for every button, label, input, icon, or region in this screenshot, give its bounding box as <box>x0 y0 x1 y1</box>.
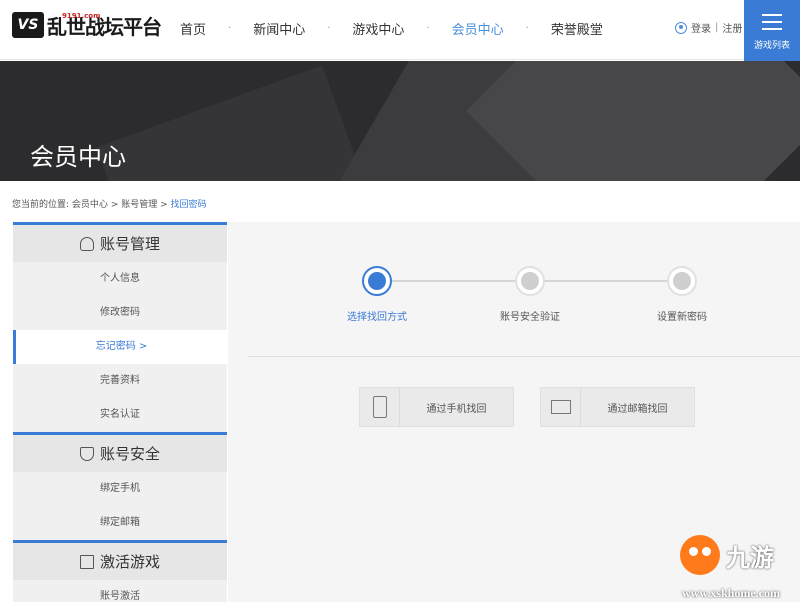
sidebar: 账号管理 个人信息 修改密码 忘记密码 > 完善资料 实名认证 账号安全 绑定手… <box>13 222 227 602</box>
logo-mark-icon: VS <box>12 12 44 38</box>
person-icon <box>79 236 94 251</box>
step-3-dot <box>667 266 697 296</box>
top-header: VS 乱世战坛平台 9191.com 首页 · 新闻中心 · 游戏中心 · 会员… <box>0 0 800 60</box>
sidebar-section-account[interactable]: 账号管理 <box>13 222 227 262</box>
recover-by-phone-button[interactable]: 通过手机找回 <box>359 387 514 427</box>
sidebar-section-title: 激活游戏 <box>99 553 160 571</box>
sidebar-item-change-password[interactable]: 修改密码 <box>13 296 227 330</box>
step-2-dot <box>515 266 545 296</box>
watermark-url: www.xskhome.com <box>682 586 780 600</box>
nav-separator: · <box>327 22 331 34</box>
recover-by-email-label: 通过邮箱找回 <box>607 403 668 415</box>
nav-item-home[interactable]: 首页 <box>166 19 220 38</box>
nav-item-news[interactable]: 新闻中心 <box>239 19 319 38</box>
sidebar-item-bind-phone[interactable]: 绑定手机 <box>13 472 227 506</box>
menu-icon <box>762 14 782 30</box>
sidebar-section-activate[interactable]: 激活游戏 <box>13 540 227 580</box>
nav-item-honor[interactable]: 荣誉殿堂 <box>537 19 617 38</box>
sidebar-section-title: 账号管理 <box>99 235 160 253</box>
divider <box>248 356 800 357</box>
phone-icon <box>360 387 400 427</box>
sidebar-section-title: 账号安全 <box>99 445 160 463</box>
main-nav: 首页 · 新闻中心 · 游戏中心 · 会员中心 · 荣誉殿堂 <box>166 0 617 56</box>
breadcrumb-separator: > <box>160 200 168 210</box>
watermark-mascot-icon <box>680 535 720 575</box>
site-logo[interactable]: VS 乱世战坛平台 9191.com <box>12 10 162 40</box>
mail-icon <box>541 387 581 427</box>
breadcrumb-item-account[interactable]: 账号管理 <box>121 200 157 210</box>
breadcrumb-item-member[interactable]: 会员中心 <box>72 200 108 210</box>
nav-item-games[interactable]: 游戏中心 <box>338 19 418 38</box>
login-link[interactable]: 登录 <box>691 20 711 35</box>
register-link[interactable]: 注册 <box>722 20 742 35</box>
user-icon <box>675 21 687 34</box>
login-divider: | <box>715 22 719 33</box>
breadcrumb-prefix: 您当前的位置: <box>12 200 70 210</box>
step-1-label: 选择找回方式 <box>347 312 407 323</box>
page-title: 会员中心 <box>30 143 126 171</box>
step-1-dot <box>362 266 392 296</box>
sidebar-item-complete-info[interactable]: 完善资料 <box>13 364 227 398</box>
breadcrumb-current: 找回密码 <box>170 200 207 210</box>
game-list-label: 游戏列表 <box>753 41 790 51</box>
nav-separator: · <box>525 22 529 34</box>
login-register: 登录 | 注册 <box>675 20 742 35</box>
nav-item-member[interactable]: 会员中心 <box>438 19 518 38</box>
shield-icon <box>79 446 94 461</box>
sidebar-item-real-name[interactable]: 实名认证 <box>13 398 227 432</box>
breadcrumb: 您当前的位置: 会员中心 > 账号管理 > 找回密码 <box>12 197 207 210</box>
logo-sub: 9191.com <box>62 12 101 20</box>
sidebar-section-security[interactable]: 账号安全 <box>13 432 227 472</box>
nav-separator: · <box>426 22 430 34</box>
nav-separator: · <box>228 22 232 34</box>
page-banner: 会员中心 <box>0 61 800 181</box>
sidebar-item-profile[interactable]: 个人信息 <box>13 262 227 296</box>
watermark-text: 九游 <box>726 543 774 572</box>
watermark: 九游 <box>680 535 774 575</box>
sidebar-item-bind-email[interactable]: 绑定邮箱 <box>13 506 227 540</box>
breadcrumb-separator: > <box>110 200 119 210</box>
recover-by-phone-label: 通过手机找回 <box>426 403 487 415</box>
game-list-button[interactable]: 游戏列表 <box>744 0 800 68</box>
recover-by-email-button[interactable]: 通过邮箱找回 <box>540 387 695 427</box>
sidebar-item-forgot-password[interactable]: 忘记密码 > <box>13 330 227 364</box>
step-3-label: 设置新密码 <box>657 312 707 323</box>
edit-doc-icon <box>79 554 94 569</box>
sidebar-item-activate-account[interactable]: 账号激活 <box>13 580 227 602</box>
step-2-label: 账号安全验证 <box>500 312 560 323</box>
